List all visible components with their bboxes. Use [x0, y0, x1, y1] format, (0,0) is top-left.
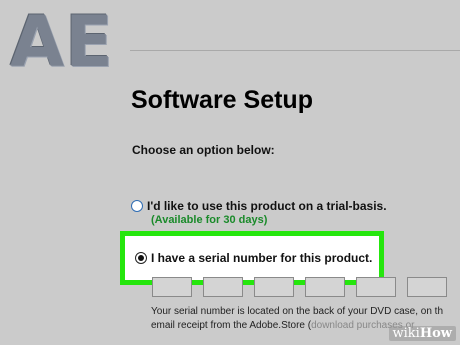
serial-number-option[interactable]: I have a serial number for this product.	[135, 250, 372, 266]
serial-field-6[interactable]	[407, 277, 447, 297]
serial-field-1[interactable]	[152, 277, 192, 297]
serial-radio-button[interactable]	[135, 252, 147, 264]
page-title: Software Setup	[131, 86, 313, 114]
serial-field-4[interactable]	[305, 277, 345, 297]
watermark-wiki: wiki	[392, 326, 420, 341]
serial-field-2[interactable]	[203, 277, 243, 297]
trial-availability-note: (Available for 30 days)	[151, 214, 268, 226]
choose-option-prompt: Choose an option below:	[132, 143, 275, 157]
help-line-1: Your serial number is located on the bac…	[151, 306, 444, 317]
serial-field-5[interactable]	[356, 277, 396, 297]
serial-option-label[interactable]: I have a serial number for this product.	[151, 250, 372, 266]
help-line-2-main: email receipt from the Adobe.Store (	[151, 320, 312, 331]
header-divider	[130, 50, 460, 51]
watermark-how: How	[419, 326, 452, 341]
app-logo: AE	[10, 1, 114, 83]
trial-radio-button[interactable]	[131, 200, 143, 212]
serial-field-3[interactable]	[254, 277, 294, 297]
wikihow-watermark: wikiHow	[388, 326, 456, 341]
